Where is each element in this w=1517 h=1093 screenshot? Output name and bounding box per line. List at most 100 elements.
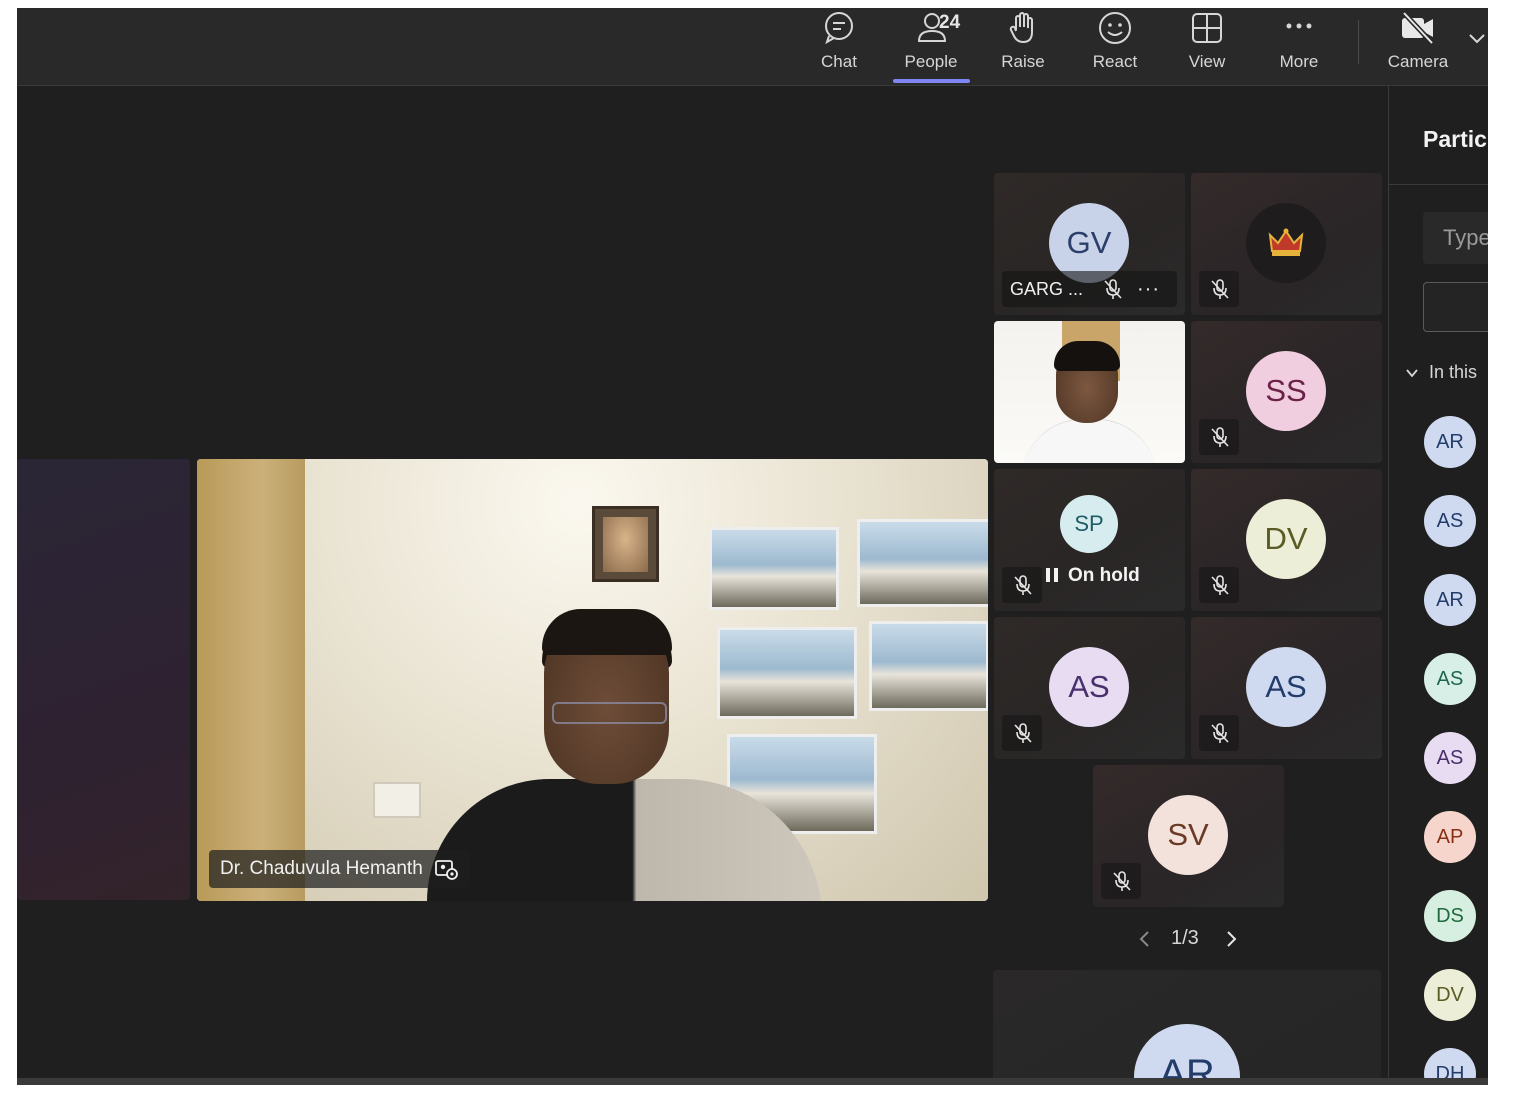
participant-avatar[interactable]: DV <box>1424 969 1476 1021</box>
participant-tile-as[interactable]: AS <box>994 617 1185 759</box>
view-label: View <box>1188 52 1226 71</box>
smiley-icon <box>1099 12 1131 44</box>
participant-avatar[interactable]: AR <box>1424 574 1476 626</box>
wall-photo <box>869 621 988 711</box>
react-label: React <box>1092 52 1138 71</box>
participant-tile-ss[interactable]: SS <box>1191 321 1382 463</box>
chat-button[interactable]: Chat <box>799 8 879 86</box>
chevron-right-icon[interactable] <box>1223 929 1239 949</box>
pause-icon <box>1046 568 1058 582</box>
speaker-glasses <box>552 702 667 724</box>
teams-meeting-window: Chat 24 People Raise React View More Cam… <box>17 8 1488 1085</box>
participant-avatar[interactable]: DS <box>1424 890 1476 942</box>
participant-video <box>994 321 1185 463</box>
wall-switch <box>373 782 421 818</box>
participant-avatar[interactable]: AS <box>1424 495 1476 547</box>
toolbar-divider <box>1358 20 1359 64</box>
chevron-down-icon <box>1406 369 1418 378</box>
avatar-image <box>1246 203 1326 283</box>
share-invite-box[interactable] <box>1423 282 1488 332</box>
panel-title: Partic <box>1423 126 1487 152</box>
meeting-toolbar: Chat 24 People Raise React View More Cam… <box>17 8 1488 86</box>
camera-label: Camera <box>1387 52 1449 71</box>
chat-icon <box>825 12 853 45</box>
chevron-left-icon[interactable] <box>1137 929 1153 949</box>
main-speaker-video[interactable]: Dr. Chaduvula Hemanth <box>197 459 988 901</box>
wall-photo <box>709 527 839 610</box>
avatar-ss: SS <box>1246 351 1326 431</box>
speaker-hair-top <box>542 609 672 655</box>
people-count-badge: 24 <box>939 12 961 33</box>
speaker-name: Dr. Chaduvula Hemanth <box>220 858 423 879</box>
mic-muted-icon <box>1014 575 1032 595</box>
raise-hand-icon <box>1009 12 1033 44</box>
tile-pager: 1/3 <box>1137 923 1247 953</box>
more-dots-icon <box>1286 23 1312 29</box>
mic-status <box>1002 715 1042 751</box>
more-button[interactable]: More <box>1259 8 1339 86</box>
in-this-meeting-section[interactable]: In this <box>1405 362 1477 383</box>
participant-avatar[interactable]: AS <box>1424 653 1476 705</box>
on-hold-status: On hold <box>1046 565 1140 587</box>
crown-icon <box>1268 228 1304 256</box>
mic-status <box>1199 567 1239 603</box>
mic-status <box>1199 715 1239 751</box>
video-door <box>197 459 305 901</box>
grid-view-icon <box>1192 13 1222 43</box>
mic-muted-icon <box>1113 871 1131 891</box>
react-button[interactable]: React <box>1075 8 1155 86</box>
wall-photo <box>857 519 988 607</box>
wall-portrait <box>592 506 659 582</box>
mic-muted-icon <box>1211 427 1229 447</box>
view-button[interactable]: View <box>1167 8 1247 86</box>
screen-share-icon <box>434 860 458 880</box>
window-bottom-edge <box>17 1078 1488 1085</box>
mic-status <box>1002 567 1042 603</box>
participants-panel: Partic Type In this AR AS AR AS AS AP DS… <box>1388 86 1488 1085</box>
avatar-sv: SV <box>1148 795 1228 875</box>
chat-label: Chat <box>821 52 857 71</box>
participant-tile-video[interactable] <box>994 321 1185 463</box>
raise-hand-button[interactable]: Raise <box>983 8 1063 86</box>
more-label: More <box>1279 52 1319 71</box>
people-label: People <box>904 52 958 71</box>
avatar-as: AS <box>1246 647 1326 727</box>
camera-off-icon <box>1402 11 1434 45</box>
participant-tile-partial[interactable] <box>17 459 190 900</box>
camera-options-chevron-icon[interactable] <box>1467 28 1487 48</box>
participant-tile-crown[interactable] <box>1191 173 1382 315</box>
section-label: In this <box>1429 362 1478 382</box>
mic-status <box>1199 419 1239 455</box>
participant-avatar[interactable]: AR <box>1424 416 1476 468</box>
participant-name: GARG ... <box>1010 279 1084 299</box>
page-indicator: 1/3 <box>1171 927 1199 949</box>
mic-muted-icon <box>1211 279 1229 299</box>
mic-status <box>1101 863 1141 899</box>
panel-divider <box>1389 184 1488 185</box>
participant-tile-gv[interactable]: GV GARG ... ··· <box>994 173 1185 315</box>
participant-avatar[interactable]: AP <box>1424 811 1476 863</box>
participant-avatar[interactable]: AS <box>1424 732 1476 784</box>
avatar-sp: SP <box>1060 495 1118 553</box>
mic-muted-icon <box>1211 723 1229 743</box>
speaker-name-plate: Dr. Chaduvula Hemanth <box>209 850 469 888</box>
participant-tile-sv[interactable]: SV <box>1093 765 1284 907</box>
wall-photo <box>717 627 857 719</box>
mic-muted-icon <box>1104 279 1122 299</box>
participant-tile-ar[interactable]: AR <box>993 970 1381 1085</box>
participant-name-plate: GARG ... ··· <box>1002 271 1177 307</box>
tile-more-dots-icon[interactable]: ··· <box>1137 271 1160 307</box>
mic-muted-icon <box>1014 723 1032 743</box>
participant-search-input[interactable]: Type <box>1423 212 1488 264</box>
participant-tile-as-2[interactable]: AS <box>1191 617 1382 759</box>
avatar-ar: AR <box>1134 1024 1240 1085</box>
on-hold-label: On hold <box>1068 565 1140 586</box>
avatar-as: AS <box>1049 647 1129 727</box>
active-tab-indicator <box>893 79 970 83</box>
avatar-dv: DV <box>1246 499 1326 579</box>
camera-button[interactable]: Camera <box>1378 8 1458 86</box>
participant-tile-sp[interactable]: SP On hold <box>994 469 1185 611</box>
mic-status <box>1199 271 1239 307</box>
participant-tile-dv[interactable]: DV <box>1191 469 1382 611</box>
people-button[interactable]: 24 People <box>891 8 971 86</box>
